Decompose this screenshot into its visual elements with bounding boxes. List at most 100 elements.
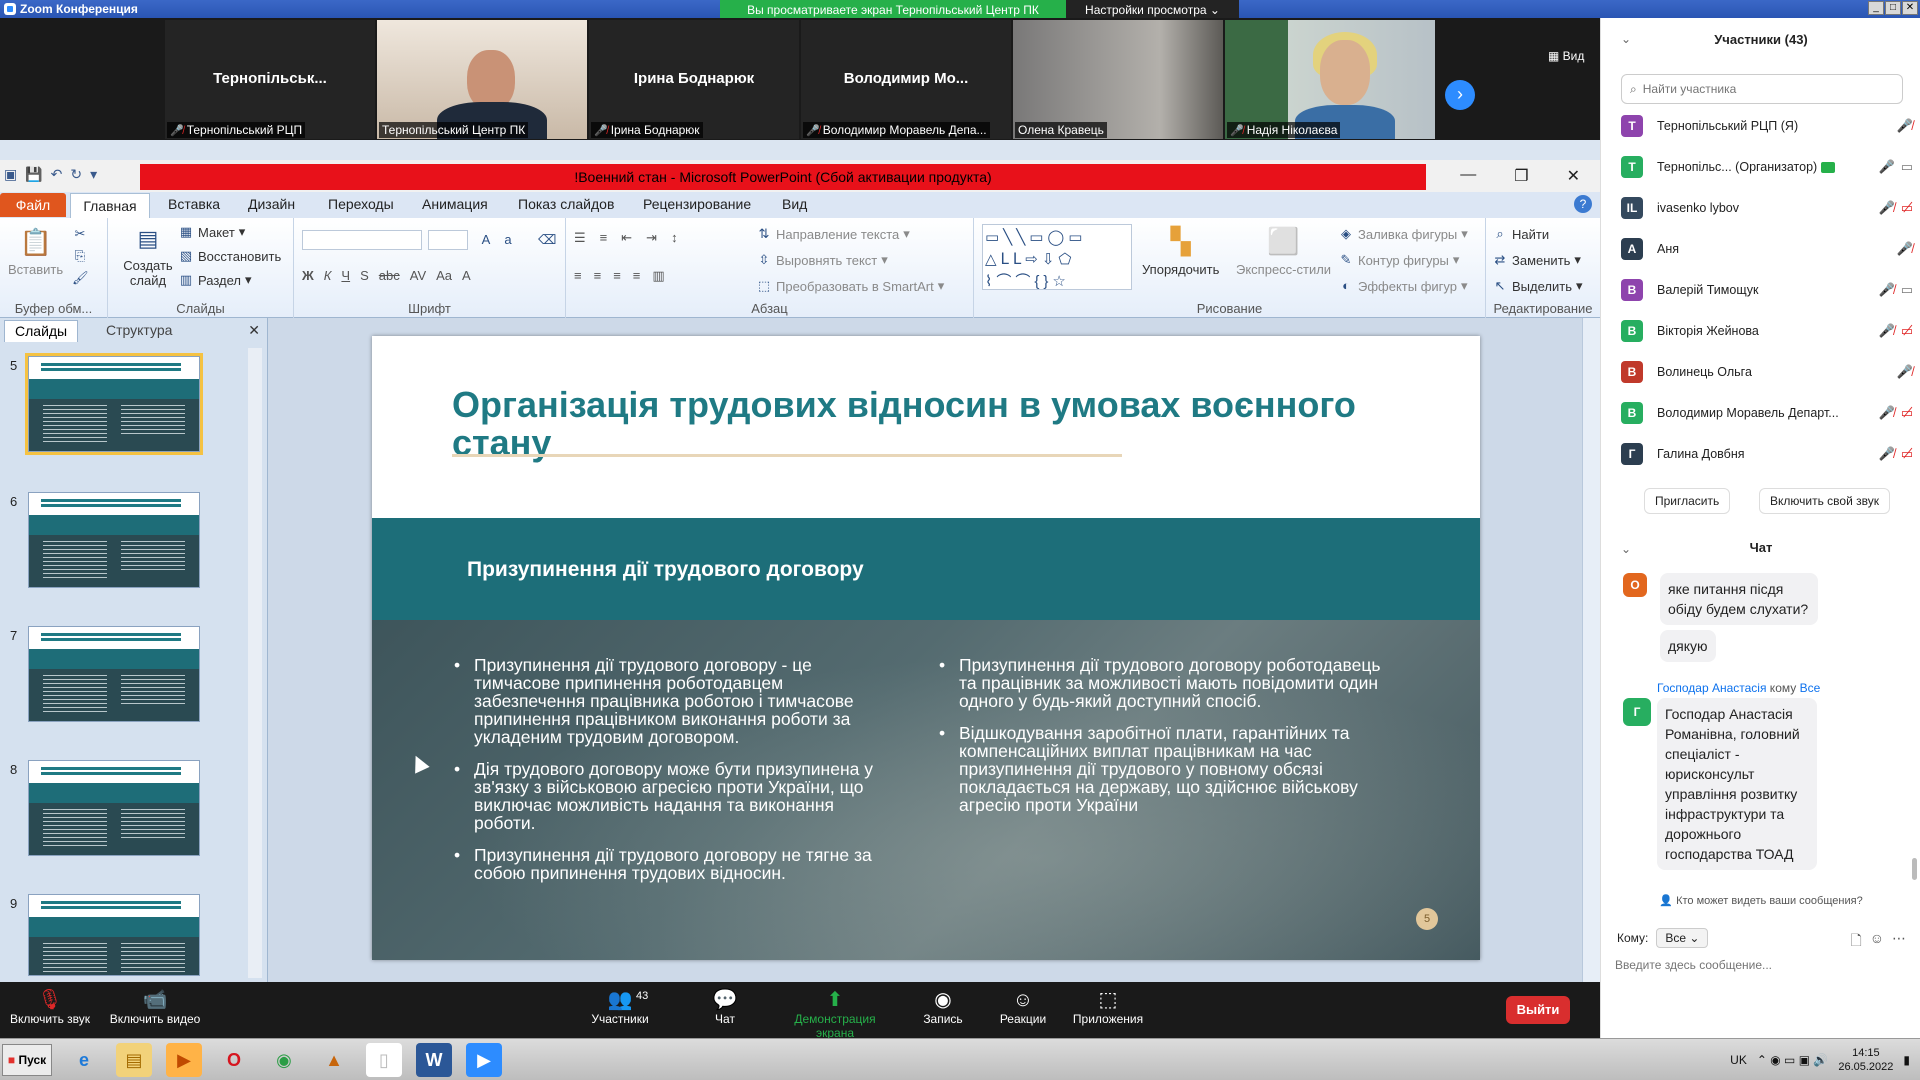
zoom-taskbar-icon[interactable]: ▶ [466, 1043, 502, 1077]
share-screen-button[interactable]: ⬆ Демонстрация экрана [775, 988, 895, 1040]
video-tile-active-speaker[interactable]: Тернопільський Центр ПК [377, 20, 587, 139]
slide-title[interactable]: Організація трудових відносин в умовах в… [452, 386, 1412, 462]
file-explorer-icon[interactable]: ▤ [116, 1043, 152, 1077]
tab-file[interactable]: Файл [0, 193, 66, 217]
emoji-icon[interactable]: ☺ [1870, 930, 1884, 954]
recipient-name[interactable]: Все [1800, 681, 1821, 695]
clear-format-icon[interactable]: ⌫ [538, 232, 556, 248]
video-tile[interactable]: Олена Кравець [1013, 20, 1223, 139]
decrease-indent-icon[interactable]: ⇤ [621, 230, 632, 246]
participant-row[interactable]: В Вікторія Жейнова 🎤̸ ▭̸ [1621, 315, 1913, 347]
shape-fill-button[interactable]: ◈ Заливка фигуры ▾ [1338, 226, 1468, 242]
unmute-me-button[interactable]: Включить свой звук [1759, 488, 1890, 514]
columns-icon[interactable]: ▥ [652, 268, 664, 284]
start-video-button[interactable]: 📹 Включить видео [105, 988, 205, 1026]
tab-view[interactable]: Вид [782, 196, 807, 212]
underline-icon[interactable]: Ч [341, 268, 350, 283]
grow-font-icon[interactable]: A [478, 232, 494, 248]
minimize-icon[interactable]: _ [1868, 1, 1884, 15]
quick-styles-button[interactable]: ⬜ Экспресс-стили [1236, 224, 1331, 277]
show-desktop-icon[interactable]: ▮ [1903, 1053, 1910, 1067]
shadow-icon[interactable]: S [360, 268, 369, 283]
ppt-file-icon[interactable]: ▲ [316, 1043, 352, 1077]
save-icon[interactable]: 💾 [25, 166, 42, 183]
participant-row[interactable]: IL ivasenko lybov 🎤̸ ▭̸ [1621, 192, 1913, 224]
close-icon[interactable]: ✕ [1902, 1, 1918, 15]
line-spacing-icon[interactable]: ↕ [671, 230, 678, 246]
italic-icon[interactable]: К [324, 268, 332, 283]
smartart-button[interactable]: ⬚ Преобразовать в SmartArt ▾ [756, 278, 944, 294]
customize-qat-icon[interactable]: ▾ [90, 166, 97, 183]
align-text-button[interactable]: ⇳ Выровнять текст ▾ [756, 252, 888, 268]
chat-message-input[interactable] [1615, 958, 1905, 972]
strikethrough-icon[interactable]: abc [379, 268, 400, 283]
cut-icon[interactable]: ✂ [72, 226, 88, 242]
undo-icon[interactable]: ↶ [51, 166, 63, 183]
search-input[interactable] [1642, 82, 1883, 96]
tab-review[interactable]: Рецензирование [643, 196, 751, 212]
tray-icons[interactable]: ⌃ ◉ ▭ ▣ 🔊 [1757, 1053, 1828, 1067]
arrange-button[interactable]: ▚ Упорядочить [1142, 224, 1219, 277]
new-slide-button[interactable]: ▤ Создать слайд [118, 224, 178, 288]
sender-name[interactable]: Господар Анастасія [1657, 681, 1766, 695]
participant-row[interactable]: Г Галина Довбня 🎤̸ ▭̸ [1621, 438, 1913, 470]
slide-thumbnail[interactable] [28, 760, 200, 856]
clock[interactable]: 14:15 26.05.2022 [1838, 1046, 1893, 1074]
tab-home[interactable]: Главная [70, 193, 150, 219]
layout-button[interactable]: ▦ Макет ▾ [178, 224, 245, 240]
tab-animation[interactable]: Анимация [422, 196, 488, 212]
paste-button[interactable]: 📋 Вставить [8, 226, 63, 277]
tab-outline[interactable]: Структура [96, 320, 182, 342]
reset-button[interactable]: ▧ Восстановить [178, 248, 281, 264]
font-name-box[interactable] [302, 230, 422, 250]
chat-button[interactable]: 💬 Чат [675, 988, 775, 1026]
pane-close-icon[interactable]: ✕ [248, 322, 260, 339]
video-tile[interactable]: Тернопільськ... 🎤̸ Тернопільський РЦП [165, 20, 375, 139]
participant-search[interactable]: ⌕ [1621, 74, 1903, 104]
recipient-select[interactable]: Все ⌄ [1656, 928, 1709, 948]
leave-button[interactable]: Выйти [1506, 996, 1570, 1024]
copy-icon[interactable]: ⎘ [72, 248, 88, 264]
shrink-font-icon[interactable]: a [500, 232, 516, 248]
align-right-icon[interactable]: ≡ [613, 268, 621, 284]
video-tile[interactable]: Володимир Мо... 🎤̸ Володимир Моравель Деп… [801, 20, 1011, 139]
language-indicator[interactable]: UK [1730, 1053, 1747, 1067]
participant-row[interactable]: Т Тернопільс... (Организатор) 🎤 ▭ [1621, 151, 1913, 183]
align-center-icon[interactable]: ≡ [594, 268, 602, 284]
shapes-gallery[interactable]: ▭╲╲▭◯▭ △ᒪᒪ⇨⇩⬠ ⌇⌒⌒{}☆ [982, 224, 1132, 290]
increase-indent-icon[interactable]: ⇥ [646, 230, 657, 246]
current-slide[interactable]: Організація трудових відносин в умовах в… [372, 336, 1480, 960]
minimize-icon[interactable]: — [1460, 166, 1476, 186]
slide-subtitle[interactable]: Призупинення дії трудового договору [467, 558, 864, 582]
media-player-icon[interactable]: ▶ [166, 1043, 202, 1077]
participant-row[interactable]: В Валерій Тимощук 🎤̸ ▭ [1621, 274, 1913, 306]
file-icon[interactable]: 🗋 [1850, 930, 1861, 954]
slide-thumbnail[interactable] [28, 894, 200, 976]
text-direction-button[interactable]: ⇅ Направление текста ▾ [756, 226, 910, 242]
shape-effects-button[interactable]: ◐ Эффекты фигур ▾ [1338, 278, 1467, 294]
shape-outline-button[interactable]: ✎ Контур фигуры ▾ [1338, 252, 1460, 268]
chat-scrollbar[interactable] [1912, 858, 1917, 880]
invite-button[interactable]: Пригласить [1644, 488, 1731, 514]
spacing-icon[interactable]: AV [410, 268, 426, 283]
video-tile[interactable]: Ірина Боднарюк 🎤̸ Ірина Боднарюк [589, 20, 799, 139]
start-button[interactable]: ■ Пуск [2, 1044, 52, 1076]
opera-icon[interactable]: O [216, 1043, 252, 1077]
right-bullet-list[interactable]: Призупинення дії трудового договору робо… [937, 656, 1387, 828]
slide-thumbnail[interactable] [28, 626, 200, 722]
video-tile[interactable]: 🎤̸ Надія Ніколаєва [1225, 20, 1435, 139]
justify-icon[interactable]: ≡ [633, 268, 641, 284]
participant-row[interactable]: А Аня 🎤̸ [1621, 233, 1913, 265]
participant-row[interactable]: В Володимир Моравель Департ... 🎤̸ ▭̸ [1621, 397, 1913, 429]
apps-button[interactable]: ⬚ Приложения [1058, 988, 1158, 1026]
word-icon[interactable]: W [416, 1043, 452, 1077]
tab-slides[interactable]: Слайды [4, 320, 79, 342]
tab-transitions[interactable]: Переходы [328, 196, 394, 212]
maximize-icon[interactable]: □ [1885, 1, 1901, 15]
internet-explorer-icon[interactable]: e [66, 1043, 102, 1077]
more-icon[interactable]: ⋯ [1892, 930, 1906, 954]
slide-scrollbar[interactable] [1582, 318, 1600, 982]
participant-row[interactable]: В Волинець Ольга 🎤̸ [1621, 356, 1913, 388]
slide-thumbnail[interactable] [28, 492, 200, 588]
bold-icon[interactable]: Ж [302, 268, 314, 283]
